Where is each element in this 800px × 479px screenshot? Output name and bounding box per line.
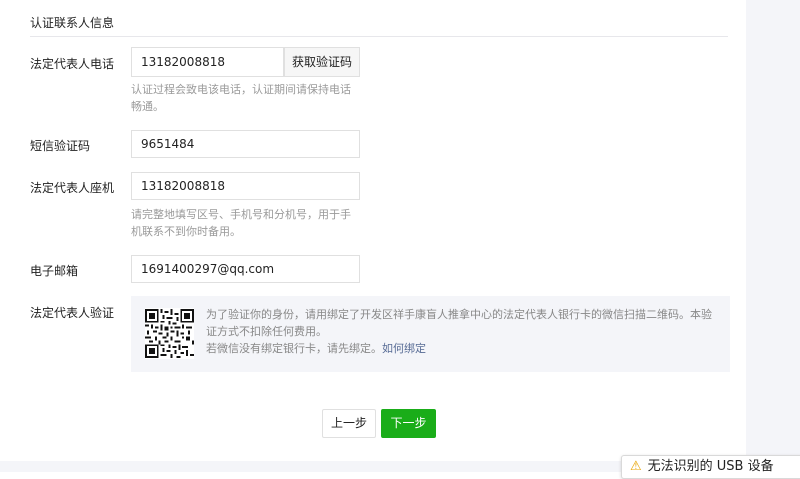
qr-code bbox=[145, 308, 194, 359]
verify-bind-note: 若微信没有绑定银行卡，请先绑定。 bbox=[206, 342, 382, 355]
landline-hint-line2: 机联系不到你时备用。 bbox=[131, 225, 241, 238]
landline-input[interactable]: 13182008818 bbox=[131, 172, 360, 200]
landline-label: 法定代表人座机 bbox=[30, 181, 115, 195]
page-right-gutter bbox=[746, 0, 800, 472]
phone-hint-line2: 畅通。 bbox=[131, 100, 164, 113]
verify-text-line2: 证方式不扣除任何费用。 bbox=[206, 325, 327, 338]
section-title: 认证联系人信息 bbox=[30, 16, 115, 30]
landline-hint-line1: 请完整地填写区号、手机号和分机号，用于手 bbox=[131, 208, 351, 221]
phone-input[interactable]: 13182008818 bbox=[131, 47, 284, 77]
phone-hint-line1: 认证过程会致电该电话，认证期间请保持电话 bbox=[131, 83, 351, 96]
prev-step-button[interactable]: 上一步 bbox=[322, 409, 376, 438]
how-to-bind-link[interactable]: 如何绑定 bbox=[382, 342, 426, 355]
phone-hint: 认证过程会致电该电话，认证期间请保持电话 畅通。 bbox=[131, 81, 363, 115]
section-divider bbox=[30, 36, 728, 37]
phone-label: 法定代表人电话 bbox=[30, 57, 115, 71]
next-step-button[interactable]: 下一步 bbox=[381, 409, 436, 438]
verify-panel: 为了验证你的身份，请用绑定了开发区祥手康盲人推拿中心的法定代表人银行卡的微信扫描… bbox=[131, 296, 730, 372]
verify-text-line3: 若微信没有绑定银行卡，请先绑定。如何绑定 bbox=[206, 340, 726, 357]
verify-text-line1: 为了验证你的身份，请用绑定了开发区祥手康盲人推拿中心的法定代表人银行卡的微信扫描… bbox=[206, 308, 712, 321]
get-code-button[interactable]: 获取验证码 bbox=[284, 47, 360, 77]
sms-label: 短信验证码 bbox=[30, 139, 91, 153]
sms-code-input[interactable]: 9651484 bbox=[131, 130, 360, 158]
verify-label: 法定代表人验证 bbox=[30, 306, 115, 320]
email-input[interactable]: 1691400297@qq.com bbox=[131, 255, 360, 283]
landline-hint: 请完整地填写区号、手机号和分机号，用于手 机联系不到你时备用。 bbox=[131, 206, 363, 240]
verify-description: 为了验证你的身份，请用绑定了开发区祥手康盲人推拿中心的法定代表人银行卡的微信扫描… bbox=[206, 306, 726, 357]
email-label: 电子邮箱 bbox=[30, 264, 79, 278]
usb-notification[interactable]: ⚠ 无法识别的 USB 设备 bbox=[621, 455, 800, 479]
